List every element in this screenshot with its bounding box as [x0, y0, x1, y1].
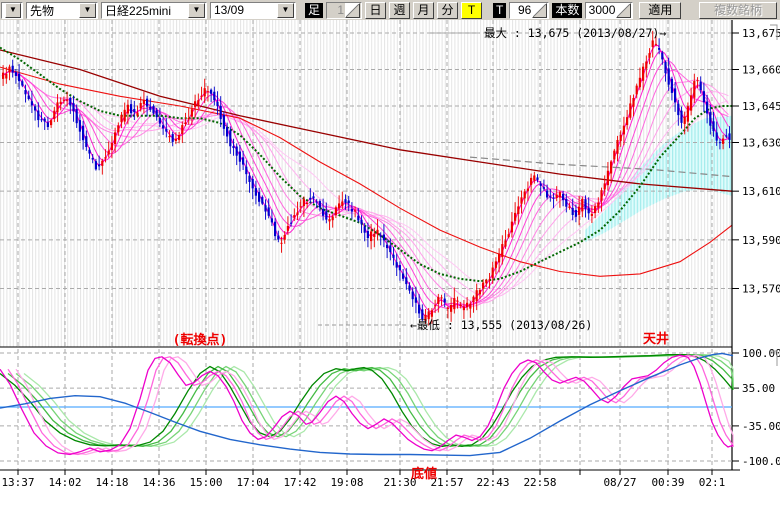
instrument-type-select[interactable]: 先物 ▼	[26, 2, 98, 19]
svg-text:17:42: 17:42	[283, 476, 316, 489]
chart-area[interactable]: 13,675 13,660 13,645 13,630 13,610 13,590 13,5…	[0, 20, 780, 500]
tick-count-stepper[interactable]: 96	[509, 2, 549, 19]
bar-interval-stepper[interactable]: 1	[326, 2, 362, 19]
bar-type-label: 足	[305, 3, 323, 18]
svg-text:13,645: 13,645	[742, 100, 780, 113]
svg-text:13,675: 13,675	[742, 27, 780, 40]
period-week-button[interactable]: 週	[389, 2, 410, 19]
contract-month-value: 13/09	[214, 3, 244, 17]
svg-text:14:36: 14:36	[142, 476, 175, 489]
svg-text:100.00: 100.00	[742, 347, 780, 360]
svg-text:←最低 : 13,555 (2013/08/26): ←最低 : 13,555 (2013/08/26)	[410, 318, 592, 332]
instrument-select[interactable]: 日経225mini ▼	[101, 2, 207, 19]
instrument-value: 日経225mini	[105, 2, 171, 19]
tick-mode-button[interactable]: T	[461, 2, 482, 19]
bar-count-label: 本数	[552, 3, 582, 18]
svg-text:22:58: 22:58	[523, 476, 556, 489]
bar-count-value: 3000	[586, 3, 616, 17]
bar-interval-value: 1	[327, 3, 345, 17]
apply-button[interactable]: 適用	[639, 2, 681, 19]
svg-text:13:37: 13:37	[1, 476, 34, 489]
period-day-button[interactable]: 日	[365, 2, 386, 19]
spinner-icon[interactable]	[616, 3, 631, 18]
period-month-button[interactable]: 月	[413, 2, 434, 19]
tick-count-label: T	[493, 3, 506, 18]
svg-text:14:02: 14:02	[48, 476, 81, 489]
chevron-down-icon[interactable]: ▼	[277, 3, 294, 18]
contract-month-select[interactable]: 13/09 ▼	[210, 2, 296, 19]
svg-text:19:08: 19:08	[330, 476, 363, 489]
chart-toolbar: ▼ 先物 ▼ 日経225mini ▼ 13/09 ▼ 足 1 日 週 月 分 T…	[0, 0, 780, 21]
mini-combo[interactable]: ▼	[1, 2, 23, 19]
svg-text:35.00: 35.00	[742, 382, 775, 395]
svg-text:13,590: 13,590	[742, 234, 780, 247]
svg-text:08/27: 08/27	[603, 476, 636, 489]
svg-text:15:00: 15:00	[189, 476, 222, 489]
svg-text:13,630: 13,630	[742, 137, 780, 150]
svg-text:-35.00: -35.00	[742, 420, 780, 433]
svg-text:天井: 天井	[643, 331, 669, 347]
spinner-icon[interactable]	[345, 3, 360, 18]
spinner-icon[interactable]	[532, 3, 547, 18]
candlestick-chart-canvas[interactable]: 13,675 13,660 13,645 13,630 13,610 13,590 13,5…	[0, 20, 780, 500]
instrument-type-value: 先物	[30, 2, 54, 19]
chevron-down-icon[interactable]: ▼	[188, 3, 205, 18]
svg-text:(転換点): (転換点)	[173, 332, 228, 348]
svg-text:02:1: 02:1	[699, 476, 726, 489]
chevron-down-icon[interactable]: ▼	[79, 3, 96, 18]
svg-text:00:39: 00:39	[651, 476, 684, 489]
svg-text:14:18: 14:18	[95, 476, 128, 489]
period-minute-button[interactable]: 分	[437, 2, 458, 19]
svg-text:-100.00: -100.00	[742, 455, 780, 468]
multi-symbol-button: 複数銘柄	[699, 2, 777, 19]
svg-text:最大 : 13,675 (2013/08/27)→: 最大 : 13,675 (2013/08/27)→	[484, 26, 666, 40]
svg-text:13,570: 13,570	[742, 283, 780, 296]
chevron-down-icon[interactable]: ▼	[5, 3, 21, 18]
svg-text:22:43: 22:43	[476, 476, 509, 489]
svg-text:13,610: 13,610	[742, 185, 780, 198]
svg-text:底値: 底値	[411, 466, 437, 482]
svg-text:17:04: 17:04	[236, 476, 269, 489]
bar-count-stepper[interactable]: 3000	[585, 2, 633, 19]
svg-text:13,660: 13,660	[742, 64, 780, 77]
tick-count-value: 96	[510, 3, 532, 17]
